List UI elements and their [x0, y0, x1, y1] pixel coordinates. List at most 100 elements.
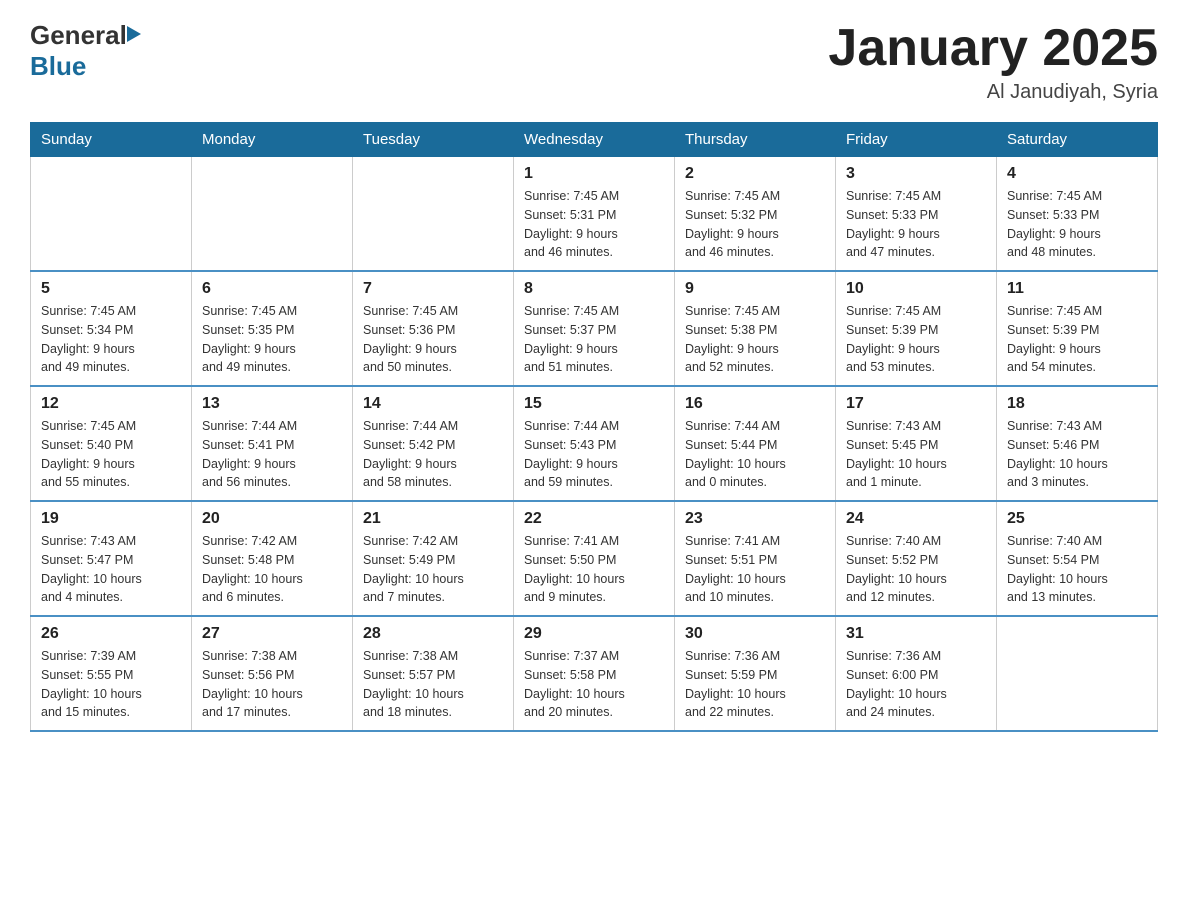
- day-number: 29: [524, 625, 664, 643]
- calendar-cell: 16 Sunrise: 7:44 AMSunset: 5:44 PMDayligh…: [675, 386, 836, 501]
- col-header-wednesday: Wednesday: [514, 123, 675, 157]
- day-info: Sunrise: 7:41 AMSunset: 5:51 PMDaylight:…: [685, 532, 825, 607]
- day-number: 8: [524, 280, 664, 298]
- day-number: 28: [363, 625, 503, 643]
- calendar-cell: 29Sunrise: 7:37 AMSunset: 5:58 PMDayligh…: [514, 616, 675, 731]
- calendar-week-row: 19 Sunrise: 7:43 AMSunset: 5:47 PMDayligh…: [31, 501, 1158, 616]
- day-info: Sunrise: 7:44 AMSunset: 5:42 PMDaylight:…: [363, 417, 503, 492]
- day-number: 10: [846, 280, 986, 298]
- calendar-cell: 27 Sunrise: 7:38 AMSunset: 5:56 PMDayligh…: [192, 616, 353, 731]
- day-number: 6: [202, 280, 342, 298]
- day-number: 9: [685, 280, 825, 298]
- day-number: 15: [524, 395, 664, 413]
- calendar-cell: [997, 616, 1158, 731]
- day-info: Sunrise: 7:40 AMSunset: 5:52 PMDaylight:…: [846, 532, 986, 607]
- day-number: 24: [846, 510, 986, 528]
- day-info: Sunrise: 7:43 AMSunset: 5:47 PMDaylight:…: [41, 532, 181, 607]
- col-header-monday: Monday: [192, 123, 353, 157]
- calendar-cell: 2 Sunrise: 7:45 AMSunset: 5:32 PMDaylight…: [675, 157, 836, 272]
- calendar-cell: 10 Sunrise: 7:45 AMSunset: 5:39 PMDayligh…: [836, 271, 997, 386]
- calendar-cell: 24 Sunrise: 7:40 AMSunset: 5:52 PMDayligh…: [836, 501, 997, 616]
- day-info: Sunrise: 7:36 AMSunset: 6:00 PMDaylight:…: [846, 647, 986, 722]
- calendar-week-row: 5Sunrise: 7:45 AMSunset: 5:34 PMDaylight…: [31, 271, 1158, 386]
- day-number: 13: [202, 395, 342, 413]
- logo: General Blue: [30, 20, 141, 82]
- day-info: Sunrise: 7:40 AMSunset: 5:54 PMDaylight:…: [1007, 532, 1147, 607]
- day-info: Sunrise: 7:41 AMSunset: 5:50 PMDaylight:…: [524, 532, 664, 607]
- day-number: 20: [202, 510, 342, 528]
- day-number: 31: [846, 625, 986, 643]
- day-info: Sunrise: 7:38 AMSunset: 5:56 PMDaylight:…: [202, 647, 342, 722]
- day-info: Sunrise: 7:45 AMSunset: 5:31 PMDaylight:…: [524, 187, 664, 262]
- calendar-cell: 22 Sunrise: 7:41 AMSunset: 5:50 PMDayligh…: [514, 501, 675, 616]
- day-number: 3: [846, 165, 986, 183]
- day-info: Sunrise: 7:36 AMSunset: 5:59 PMDaylight:…: [685, 647, 825, 722]
- day-info: Sunrise: 7:42 AMSunset: 5:48 PMDaylight:…: [202, 532, 342, 607]
- day-info: Sunrise: 7:38 AMSunset: 5:57 PMDaylight:…: [363, 647, 503, 722]
- calendar-week-row: 26 Sunrise: 7:39 AMSunset: 5:55 PMDayligh…: [31, 616, 1158, 731]
- calendar-cell: 23 Sunrise: 7:41 AMSunset: 5:51 PMDayligh…: [675, 501, 836, 616]
- page-header: General Blue January 2025 Al Janudiyah, …: [30, 20, 1158, 104]
- day-number: 2: [685, 165, 825, 183]
- day-info: Sunrise: 7:45 AMSunset: 5:32 PMDaylight:…: [685, 187, 825, 262]
- day-info: Sunrise: 7:43 AMSunset: 5:46 PMDaylight:…: [1007, 417, 1147, 492]
- title-area: January 2025 Al Janudiyah, Syria: [828, 20, 1158, 104]
- calendar-cell: 21Sunrise: 7:42 AMSunset: 5:49 PMDayligh…: [353, 501, 514, 616]
- calendar-cell: 3 Sunrise: 7:45 AMSunset: 5:33 PMDaylight…: [836, 157, 997, 272]
- day-info: Sunrise: 7:44 AMSunset: 5:43 PMDaylight:…: [524, 417, 664, 492]
- day-number: 30: [685, 625, 825, 643]
- day-info: Sunrise: 7:44 AMSunset: 5:44 PMDaylight:…: [685, 417, 825, 492]
- day-info: Sunrise: 7:45 AMSunset: 5:40 PMDaylight:…: [41, 417, 181, 492]
- day-number: 27: [202, 625, 342, 643]
- calendar-subtitle: Al Janudiyah, Syria: [828, 81, 1158, 104]
- calendar-cell: 25Sunrise: 7:40 AMSunset: 5:54 PMDayligh…: [997, 501, 1158, 616]
- calendar-cell: 19 Sunrise: 7:43 AMSunset: 5:47 PMDayligh…: [31, 501, 192, 616]
- calendar-cell: 20 Sunrise: 7:42 AMSunset: 5:48 PMDayligh…: [192, 501, 353, 616]
- calendar-cell: 5Sunrise: 7:45 AMSunset: 5:34 PMDaylight…: [31, 271, 192, 386]
- day-number: 1: [524, 165, 664, 183]
- day-number: 23: [685, 510, 825, 528]
- day-info: Sunrise: 7:45 AMSunset: 5:33 PMDaylight:…: [1007, 187, 1147, 262]
- day-number: 11: [1007, 280, 1147, 298]
- day-info: Sunrise: 7:43 AMSunset: 5:45 PMDaylight:…: [846, 417, 986, 492]
- logo-blue-text: Blue: [30, 51, 86, 82]
- calendar-cell: 12 Sunrise: 7:45 AMSunset: 5:40 PMDayligh…: [31, 386, 192, 501]
- calendar-week-row: 1 Sunrise: 7:45 AMSunset: 5:31 PMDaylight…: [31, 157, 1158, 272]
- calendar-cell: 9 Sunrise: 7:45 AMSunset: 5:38 PMDaylight…: [675, 271, 836, 386]
- day-info: Sunrise: 7:45 AMSunset: 5:39 PMDaylight:…: [1007, 302, 1147, 377]
- day-info: Sunrise: 7:39 AMSunset: 5:55 PMDaylight:…: [41, 647, 181, 722]
- calendar-header-row: SundayMondayTuesdayWednesdayThursdayFrid…: [31, 123, 1158, 157]
- day-number: 17: [846, 395, 986, 413]
- day-number: 12: [41, 395, 181, 413]
- calendar-cell: 26 Sunrise: 7:39 AMSunset: 5:55 PMDayligh…: [31, 616, 192, 731]
- logo-general-text: General: [30, 20, 127, 51]
- calendar-cell: 18Sunrise: 7:43 AMSunset: 5:46 PMDayligh…: [997, 386, 1158, 501]
- day-number: 14: [363, 395, 503, 413]
- day-info: Sunrise: 7:45 AMSunset: 5:34 PMDaylight:…: [41, 302, 181, 377]
- day-info: Sunrise: 7:45 AMSunset: 5:38 PMDaylight:…: [685, 302, 825, 377]
- day-number: 21: [363, 510, 503, 528]
- calendar-cell: 13Sunrise: 7:44 AMSunset: 5:41 PMDayligh…: [192, 386, 353, 501]
- calendar-cell: 1 Sunrise: 7:45 AMSunset: 5:31 PMDaylight…: [514, 157, 675, 272]
- calendar-cell: 31 Sunrise: 7:36 AMSunset: 6:00 PMDayligh…: [836, 616, 997, 731]
- calendar-cell: 11 Sunrise: 7:45 AMSunset: 5:39 PMDayligh…: [997, 271, 1158, 386]
- day-number: 7: [363, 280, 503, 298]
- calendar-cell: 8Sunrise: 7:45 AMSunset: 5:37 PMDaylight…: [514, 271, 675, 386]
- day-info: Sunrise: 7:45 AMSunset: 5:39 PMDaylight:…: [846, 302, 986, 377]
- calendar-cell: 28 Sunrise: 7:38 AMSunset: 5:57 PMDayligh…: [353, 616, 514, 731]
- day-info: Sunrise: 7:45 AMSunset: 5:36 PMDaylight:…: [363, 302, 503, 377]
- calendar-title: January 2025: [828, 20, 1158, 77]
- day-number: 22: [524, 510, 664, 528]
- calendar-cell: [192, 157, 353, 272]
- calendar-cell: 6Sunrise: 7:45 AMSunset: 5:35 PMDaylight…: [192, 271, 353, 386]
- day-number: 26: [41, 625, 181, 643]
- day-info: Sunrise: 7:45 AMSunset: 5:33 PMDaylight:…: [846, 187, 986, 262]
- col-header-sunday: Sunday: [31, 123, 192, 157]
- day-number: 19: [41, 510, 181, 528]
- calendar-week-row: 12 Sunrise: 7:45 AMSunset: 5:40 PMDayligh…: [31, 386, 1158, 501]
- calendar-cell: 14 Sunrise: 7:44 AMSunset: 5:42 PMDayligh…: [353, 386, 514, 501]
- day-number: 16: [685, 395, 825, 413]
- col-header-friday: Friday: [836, 123, 997, 157]
- calendar-cell: [353, 157, 514, 272]
- logo-triangle-icon: [127, 26, 141, 42]
